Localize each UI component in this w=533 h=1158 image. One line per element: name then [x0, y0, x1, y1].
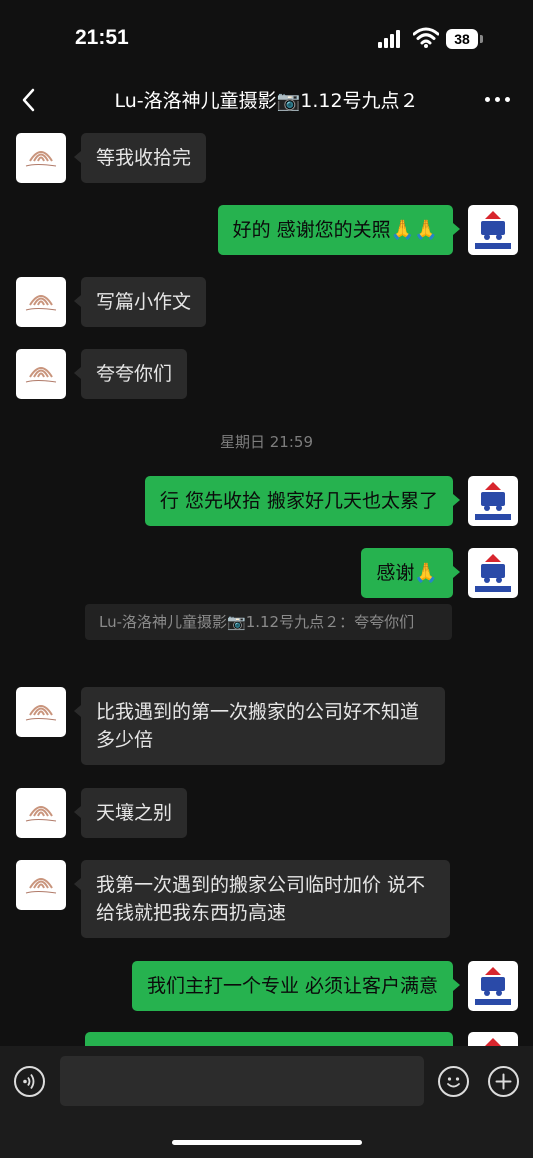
status-bar: 21:51 38: [0, 0, 533, 78]
rainbow-logo-icon: [25, 151, 57, 167]
battery-icon: 38: [446, 29, 478, 49]
contact-avatar[interactable]: [16, 277, 66, 327]
my-avatar[interactable]: [468, 205, 518, 255]
my-avatar[interactable]: [468, 1032, 518, 1046]
my-avatar[interactable]: [468, 476, 518, 526]
status-time: 21:51: [75, 26, 129, 49]
home-indicator: [172, 1140, 362, 1145]
contact-avatar[interactable]: [16, 133, 66, 183]
message-bubble-incoming[interactable]: 等我收拾完: [73, 133, 207, 183]
chat-header: Lu-洛洛神儿童摄影📷1.12号九点２: [0, 78, 533, 124]
message-bubble-incoming[interactable]: 天壤之别: [73, 788, 188, 838]
rainbow-logo-icon: [25, 295, 57, 311]
my-avatar[interactable]: [468, 548, 518, 598]
battery-tip: [480, 35, 483, 43]
more-dots-icon[interactable]: [483, 84, 513, 114]
back-chevron-icon[interactable]: [16, 82, 46, 118]
message-timestamp: 星期日 21:59: [220, 433, 313, 451]
rainbow-logo-icon: [25, 367, 57, 383]
voice-icon[interactable]: [14, 1066, 45, 1097]
moving-company-logo-icon: [485, 1038, 501, 1046]
rainbow-logo-icon: [25, 806, 57, 822]
contact-avatar[interactable]: [16, 860, 66, 910]
contact-avatar[interactable]: [16, 788, 66, 838]
message-bubble-outgoing-partial[interactable]: [85, 1032, 453, 1046]
moving-company-logo-icon: [475, 211, 511, 249]
my-avatar[interactable]: [468, 961, 518, 1011]
wifi-icon: [413, 27, 439, 48]
emoji-icon[interactable]: [438, 1066, 469, 1097]
message-bubble-outgoing[interactable]: 感谢🙏: [361, 548, 460, 598]
message-bubble-outgoing[interactable]: 我们主打一个专业 必须让客户满意: [131, 961, 461, 1011]
cellular-signal-icon: [378, 30, 404, 48]
message-bubble-incoming[interactable]: 比我遇到的第一次搬家的公司好不知道多少倍: [74, 687, 445, 765]
message-bubble-incoming[interactable]: 夸夸你们: [73, 349, 188, 399]
message-bubble-incoming[interactable]: 写篇小作文: [73, 277, 207, 327]
message-input[interactable]: [60, 1056, 424, 1106]
message-list[interactable]: 等我收拾完 好的 感谢您的关照🙏🙏 写篇小作文 夸夸你们 星期日 21:59 行…: [0, 124, 533, 1046]
plus-icon[interactable]: [488, 1066, 519, 1097]
contact-avatar[interactable]: [16, 349, 66, 399]
moving-company-logo-icon: [475, 482, 511, 520]
chat-title: Lu-洛洛神儿童摄影📷1.12号九点２: [114, 90, 419, 112]
message-bubble-outgoing[interactable]: 行 您先收拾 搬家好几天也太累了: [144, 476, 461, 526]
message-bubble-incoming[interactable]: 我第一次遇到的搬家公司临时加价 说不给钱就把我东西扔高速: [74, 860, 450, 938]
quoted-message[interactable]: Lu-洛洛神儿童摄影📷1.12号九点２：夸夸你们: [85, 604, 452, 640]
moving-company-logo-icon: [475, 967, 511, 1005]
message-bubble-outgoing[interactable]: 好的 感谢您的关照🙏🙏: [217, 205, 461, 255]
rainbow-logo-icon: [25, 878, 57, 894]
rainbow-logo-icon: [25, 705, 57, 721]
contact-avatar[interactable]: [16, 687, 66, 737]
moving-company-logo-icon: [475, 554, 511, 592]
